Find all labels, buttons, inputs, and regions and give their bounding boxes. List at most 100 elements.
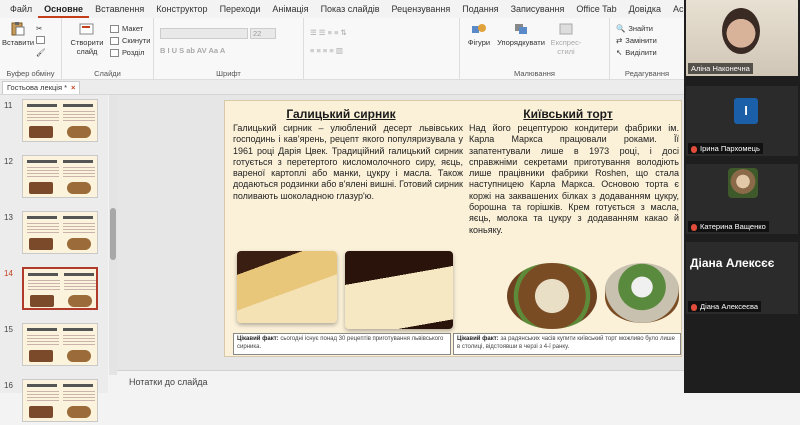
slide-thumbnail-image[interactable] bbox=[22, 99, 98, 142]
notes-pane[interactable]: Нотатки до слайда bbox=[117, 370, 684, 393]
paste-icon bbox=[11, 22, 25, 36]
video-panel: Аліна Наконечна I Ірина Пархомець Катери… bbox=[684, 0, 800, 393]
thumbnails-scrollbar[interactable] bbox=[109, 95, 117, 375]
participant-tile-3[interactable]: Катерина Ващенко bbox=[686, 164, 798, 234]
menu-tab[interactable]: Основне bbox=[38, 0, 90, 18]
syrnyk-image-1[interactable] bbox=[237, 251, 337, 323]
participant-tile-2[interactable]: I Ірина Пархомець bbox=[686, 86, 798, 156]
menu-tab[interactable]: Переходи bbox=[214, 0, 267, 18]
menu-tab[interactable]: Конструктор bbox=[150, 0, 213, 18]
participant-video bbox=[722, 8, 760, 54]
quick-styles-button[interactable]: Експрес-стилі bbox=[548, 22, 584, 56]
find-button[interactable]: 🔍 Знайти bbox=[616, 24, 653, 33]
participant-name: Ірина Пархомець bbox=[688, 143, 763, 154]
menu-tab[interactable]: Довідка bbox=[623, 0, 667, 18]
align-buttons[interactable]: ≡ ≡ ≡ ≡ ▥ bbox=[310, 46, 343, 55]
paragraph-buttons[interactable]: ☰ ☰ ≡ ≡ ⇅ bbox=[310, 28, 347, 37]
menu-tab[interactable]: Показ слайдів bbox=[315, 0, 386, 18]
right-text[interactable]: Над його рецептурою кондитери фабрики ім… bbox=[469, 123, 679, 236]
menu-tab[interactable]: Файл bbox=[4, 0, 38, 18]
font-size-box[interactable]: 22 bbox=[250, 28, 276, 39]
slide-number: 15 bbox=[4, 325, 13, 334]
group-editing: 🔍 Знайти ⇄ Замінити ↖ Виділити Редагування bbox=[610, 18, 684, 80]
menu-tab[interactable]: Записування bbox=[505, 0, 571, 18]
menu-tab[interactable]: Acrob bbox=[667, 0, 684, 18]
right-title[interactable]: Київський торт bbox=[463, 107, 673, 121]
arrange-button[interactable]: Упорядкувати bbox=[496, 22, 546, 47]
document-tab[interactable]: Гостьова лекція * × bbox=[2, 81, 81, 94]
paste-button[interactable]: Вставити bbox=[2, 22, 34, 47]
participant-name: Діана Алексеєва bbox=[688, 301, 762, 312]
mic-muted-icon bbox=[691, 223, 697, 231]
participant-tile-4[interactable]: Діана Алексєє Діана Алексеєва bbox=[686, 242, 798, 314]
slide[interactable]: Галицький сирник Київський торт Галицьки… bbox=[224, 100, 682, 357]
scissors-icon: ✂ bbox=[36, 24, 43, 33]
syrnyk-image-2[interactable] bbox=[345, 251, 453, 329]
group-label-drawing: Малювання bbox=[514, 69, 555, 78]
avatar bbox=[728, 168, 758, 198]
reset-button[interactable]: Скинути bbox=[110, 36, 150, 45]
group-font: 22 B I U S ab AV Aa A Шрифт bbox=[154, 18, 304, 80]
slide-number: 13 bbox=[4, 213, 13, 222]
slide-number: 16 bbox=[4, 381, 13, 390]
group-label-font: Шрифт bbox=[216, 69, 241, 78]
document-tab-bar: Гостьова лекція * × bbox=[0, 80, 684, 95]
avatar: I bbox=[734, 98, 758, 124]
slide-thumbnails-pane: 11 12 13 14 15 16 bbox=[0, 95, 108, 422]
participant-tile-1[interactable]: Аліна Наконечна bbox=[686, 0, 798, 76]
participant-name: Аліна Наконечна bbox=[688, 63, 753, 74]
new-slide-icon bbox=[79, 23, 94, 35]
slide-canvas: Галицький сирник Київський торт Галицьки… bbox=[117, 95, 684, 370]
group-label-editing: Редагування bbox=[624, 69, 670, 78]
menu-tab[interactable]: Office Tab bbox=[570, 0, 622, 18]
slide-thumbnail-image[interactable] bbox=[22, 267, 98, 310]
copy-button[interactable] bbox=[36, 36, 45, 44]
section-button[interactable]: Розділ bbox=[110, 48, 144, 57]
font-name-box[interactable] bbox=[160, 28, 248, 39]
close-icon[interactable]: × bbox=[71, 82, 75, 94]
slide-thumbnail[interactable]: 14 bbox=[2, 267, 102, 313]
select-button[interactable]: ↖ Виділити bbox=[616, 48, 657, 57]
right-fact-label: Цікавий факт: bbox=[457, 336, 499, 342]
slide-thumbnail[interactable]: 11 bbox=[2, 99, 102, 145]
kyiv-cake-image-1[interactable] bbox=[507, 263, 597, 329]
slide-thumbnail[interactable]: 13 bbox=[2, 211, 102, 257]
font-format-buttons[interactable]: B I U S ab AV Aa A bbox=[160, 46, 225, 55]
brush-icon: 🖌 bbox=[36, 48, 46, 57]
group-clipboard: Вставити ✂ 🖌 Буфер обміну bbox=[0, 18, 62, 80]
menu-tab[interactable]: Подання bbox=[456, 0, 504, 18]
layout-button[interactable]: Макет bbox=[110, 24, 143, 33]
mic-muted-icon bbox=[691, 145, 697, 153]
left-fact-box[interactable]: Цікавий факт: сьогодні існує понад 30 ре… bbox=[233, 333, 451, 355]
new-slide-button[interactable]: Створити слайд bbox=[68, 22, 106, 56]
right-fact-box[interactable]: Цікавий факт: за радянських часів купити… bbox=[453, 333, 681, 355]
replace-icon: ⇄ bbox=[616, 36, 623, 45]
shapes-icon bbox=[472, 24, 486, 33]
ribbon: Вставити ✂ 🖌 Буфер обміну Створити слайд… bbox=[0, 18, 684, 80]
slide-thumbnail-image[interactable] bbox=[22, 155, 98, 198]
menu-tab[interactable]: Рецензування bbox=[386, 0, 457, 18]
left-text[interactable]: Галицький сирник – улюблений десерт льві… bbox=[233, 123, 463, 202]
slide-thumbnail[interactable]: 16 bbox=[2, 379, 102, 425]
slide-thumbnail-image[interactable] bbox=[22, 379, 98, 422]
slide-thumbnail[interactable]: 12 bbox=[2, 155, 102, 201]
slide-thumbnail-image[interactable] bbox=[22, 211, 98, 254]
participant-name: Катерина Ващенко bbox=[688, 221, 769, 232]
format-painter-button[interactable]: 🖌 bbox=[36, 48, 46, 57]
group-label-clipboard: Буфер обміну bbox=[6, 69, 55, 78]
cursor-icon: ↖ bbox=[616, 48, 623, 57]
menu-tab[interactable]: Вставлення bbox=[89, 0, 150, 18]
kyiv-cake-image-2[interactable] bbox=[605, 263, 679, 323]
quick-styles-icon bbox=[559, 23, 573, 35]
mic-muted-icon bbox=[691, 303, 697, 311]
menu-tab[interactable]: Анімація bbox=[266, 0, 314, 18]
left-title[interactable]: Галицький сирник bbox=[225, 107, 457, 121]
left-fact-label: Цікавий факт: bbox=[237, 336, 279, 342]
slide-thumbnail[interactable]: 15 bbox=[2, 323, 102, 369]
cut-button[interactable]: ✂ bbox=[36, 24, 42, 33]
participant-big-name: Діана Алексєє bbox=[690, 256, 775, 270]
slide-thumbnail-image[interactable] bbox=[22, 323, 98, 366]
replace-button[interactable]: ⇄ Замінити bbox=[616, 36, 657, 45]
scrollbar-thumb[interactable] bbox=[110, 208, 116, 260]
shapes-button[interactable]: Фігури bbox=[464, 22, 494, 47]
